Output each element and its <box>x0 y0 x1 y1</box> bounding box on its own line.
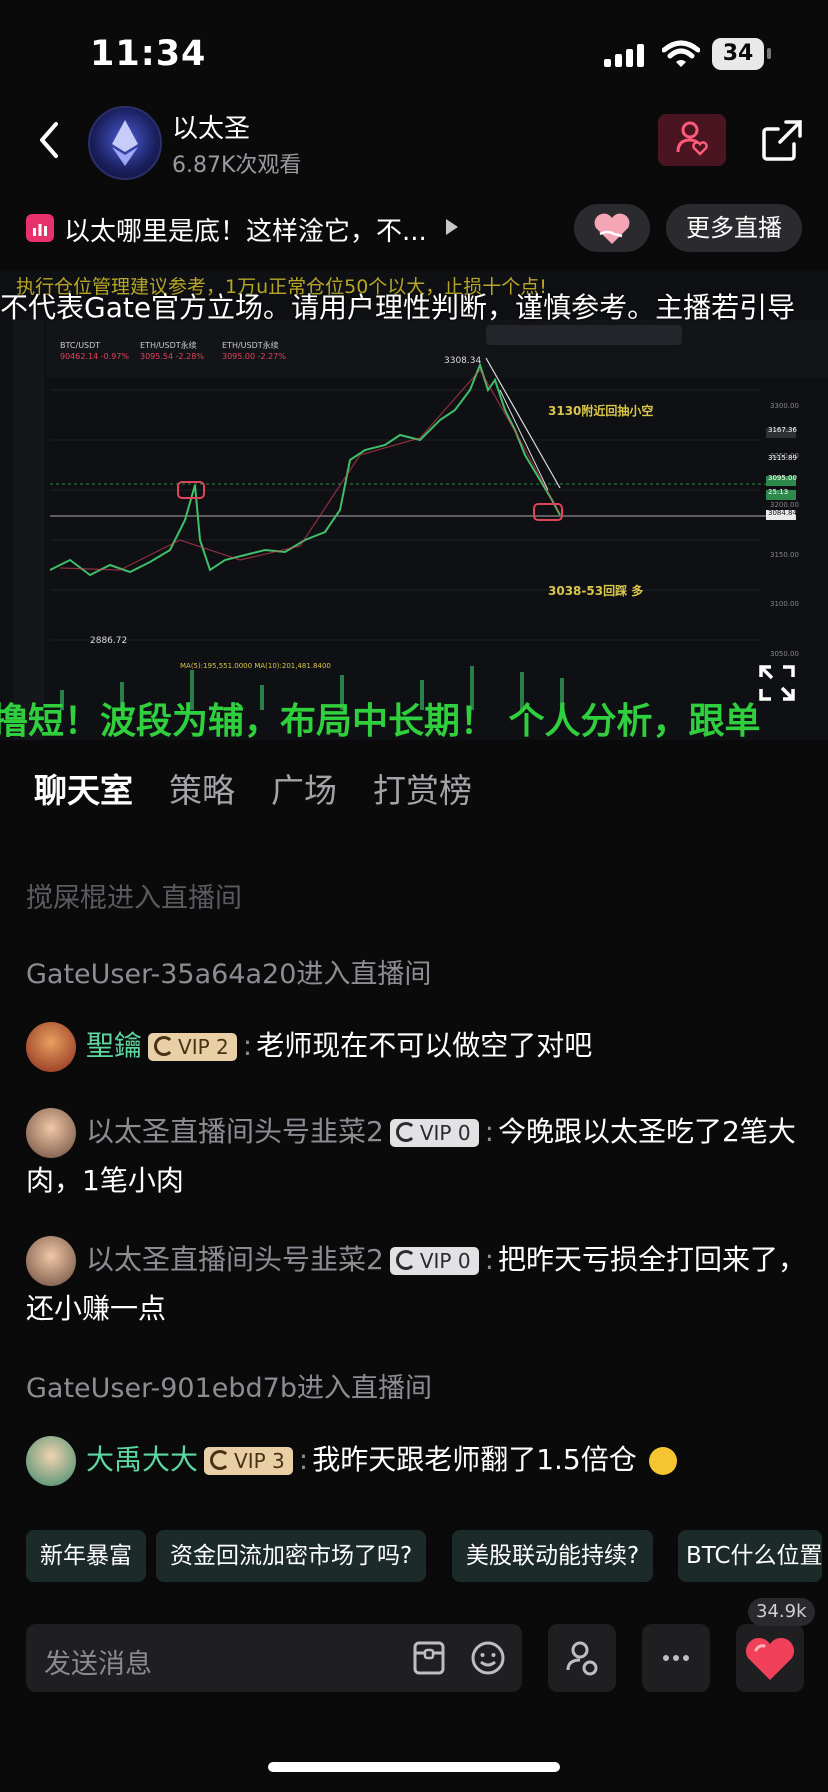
user-avatar[interactable] <box>26 1436 76 1486</box>
more-dots-icon <box>663 1655 689 1661</box>
tab-chatroom[interactable]: 聊天室 <box>34 764 133 812</box>
chat-username[interactable]: 聖鑰 <box>86 1029 142 1062</box>
user-avatar[interactable] <box>26 1236 76 1286</box>
vip-level: VIP 0 <box>419 1249 471 1273</box>
price-tag: 3084.84 <box>768 509 797 517</box>
fullscreen-icon[interactable] <box>758 664 796 702</box>
play-arrow-icon[interactable] <box>446 219 458 235</box>
wifi-icon <box>662 40 700 67</box>
status-time: 11:34 <box>90 34 207 74</box>
system-message: 搅屎棍进入直播间 <box>26 883 242 914</box>
tab-square[interactable]: 广场 <box>271 764 337 812</box>
chat-message: 以太圣直播间头号韭菜2 VIP 0: 今晚跟以太圣吃了2笔大肉，1笔小肉 <box>26 1108 806 1204</box>
video-player[interactable]: BTC/USDT 90462.14 -0.97% ETH/USDT永续 3095… <box>0 270 828 740</box>
chat-text: 我昨天跟老师翻了1.5倍仓 <box>312 1443 637 1476</box>
tab-tipping-board[interactable]: 打赏榜 <box>373 764 472 812</box>
vip-badge: VIP 2 <box>148 1033 237 1061</box>
user-avatar[interactable] <box>26 1108 76 1158</box>
like-count: 34.9k <box>748 1598 815 1626</box>
vip-badge: VIP 3 <box>204 1447 293 1475</box>
user-gear-icon <box>566 1641 598 1676</box>
chat-username[interactable]: 以太圣直播间头号韭菜2 <box>86 1243 384 1276</box>
chart-low-label: 2886.72 <box>90 636 128 646</box>
chart-ma-text: MA(5):195,551.0000 MA(10):201,481.8400 <box>180 662 331 670</box>
quick-chip[interactable]: 美股联动能持续? <box>452 1530 654 1582</box>
emoji-icon[interactable] <box>470 1640 506 1676</box>
price-tag: 3095.00 <box>768 474 797 482</box>
home-indicator[interactable] <box>268 1762 560 1772</box>
chat-text: 老师现在不可以做空了对吧 <box>256 1029 593 1062</box>
tab-strategy[interactable]: 策略 <box>169 764 235 812</box>
quick-chip[interactable]: 新年暴富 <box>26 1530 146 1582</box>
chat-colon: : <box>484 1243 494 1276</box>
chat-colon: : <box>484 1115 494 1148</box>
system-message: GateUser-901ebd7b进入直播间 <box>26 1373 432 1404</box>
vip-ring-icon <box>395 1250 416 1270</box>
chat-colon: : <box>242 1029 253 1062</box>
chart-tab-label: ETH/USDT永续 <box>140 341 197 350</box>
chart-note-short: 3130附近回抽小空 <box>548 404 654 418</box>
chat-message: 大禹大大 VIP 3: 我昨天跟老师翻了1.5倍仓 <box>26 1436 806 1486</box>
cellular-signal-icon <box>604 44 644 67</box>
follow-button[interactable] <box>658 114 726 166</box>
follow-heart-user-icon <box>676 121 708 156</box>
chart-tab-label: ETH/USDT永续 <box>222 341 279 350</box>
chart-tab-value: 90462.14 -0.97% <box>60 352 130 361</box>
channel-avatar[interactable] <box>88 106 162 180</box>
more-options-button[interactable] <box>642 1624 710 1692</box>
chart-tab-1: BTC/USDT 90462.14 -0.97% <box>60 340 129 362</box>
user-settings-button[interactable] <box>548 1624 616 1692</box>
chat-colon: : <box>298 1443 309 1476</box>
chart-note-long: 3038-53回踩 多 <box>548 584 644 598</box>
live-bars-icon <box>26 214 54 242</box>
vip-badge: VIP 0 <box>389 1247 479 1275</box>
battery-tip <box>767 48 771 59</box>
gift-heart-button[interactable] <box>574 204 650 252</box>
quick-chip[interactable]: 资金回流加密市场了吗? <box>156 1530 427 1582</box>
price-tag: 3167.36 <box>768 426 797 434</box>
share-icon[interactable] <box>760 118 804 162</box>
vip-ring-icon <box>154 1036 175 1056</box>
chat-username[interactable]: 以太圣直播间头号韭菜2 <box>86 1115 384 1148</box>
chat-username[interactable]: 大禹大大 <box>86 1443 198 1476</box>
ethereum-logo-icon <box>112 120 138 166</box>
quick-chip[interactable]: BTC什么位置 <box>678 1530 822 1582</box>
price-tick: 3100.00 <box>770 600 799 608</box>
vip-badge: VIP 0 <box>389 1119 479 1147</box>
message-placeholder[interactable]: 发送消息 <box>44 1642 152 1681</box>
vip-ring-icon <box>210 1450 231 1470</box>
more-live-button[interactable]: 更多直播 <box>666 204 802 252</box>
disclaimer-banner: 不代表Gate官方立场。请用户理性判断，谨慎参考。主播若引导 <box>0 291 796 324</box>
user-avatar[interactable] <box>26 1022 76 1072</box>
chat-message: 聖鑰 VIP 2: 老师现在不可以做空了对吧 <box>26 1022 806 1072</box>
scrolling-notice-bottom: 撸短！波段为辅，布局中长期！ 个人分析，跟单 <box>0 701 761 742</box>
vip-level: VIP 2 <box>178 1035 229 1059</box>
vip-level: VIP 3 <box>234 1449 285 1473</box>
viewer-count: 6.87K次观看 <box>172 153 302 178</box>
like-button[interactable] <box>736 1624 804 1692</box>
chart-high-label: 3308.34 <box>444 356 482 366</box>
chart-tab-3: ETH/USDT永续 3095.00 -2.27% <box>222 340 286 362</box>
heart-hand-icon <box>594 213 630 244</box>
price-tick: 3150.00 <box>770 550 799 559</box>
content-tabs: 聊天室 策略 广场 打赏榜 <box>34 764 472 812</box>
stream-title[interactable]: 以太哪里是底！这样淦它，不... <box>64 211 427 248</box>
chart-tab-2: ETH/USDT永续 3095.54 -2.28% <box>140 340 204 362</box>
price-tag: 25:13 <box>768 488 789 496</box>
system-message: GateUser-35a64a20进入直播间 <box>26 959 432 990</box>
back-arrow-icon[interactable] <box>34 118 64 162</box>
heart-icon <box>745 1637 795 1680</box>
chart-tab-value: 3095.54 -2.28% <box>140 352 204 361</box>
chart-tab-value: 3095.00 -2.27% <box>222 352 286 361</box>
channel-name[interactable]: 以太圣 <box>172 108 250 145</box>
price-tag: 3115.89 <box>768 454 797 462</box>
vip-level: VIP 0 <box>419 1121 471 1145</box>
grin-emoji-icon <box>648 1447 677 1475</box>
chat-message: 以太圣直播间头号韭菜2 VIP 0: 把昨天亏损全打回来了，还小赚一点 <box>26 1236 806 1332</box>
vip-ring-icon <box>395 1122 416 1142</box>
battery-indicator: 34 <box>712 38 764 70</box>
card-icon[interactable] <box>412 1640 446 1676</box>
price-tick: 3300.00 <box>770 402 799 410</box>
chart-tab-label: BTC/USDT <box>60 341 101 350</box>
